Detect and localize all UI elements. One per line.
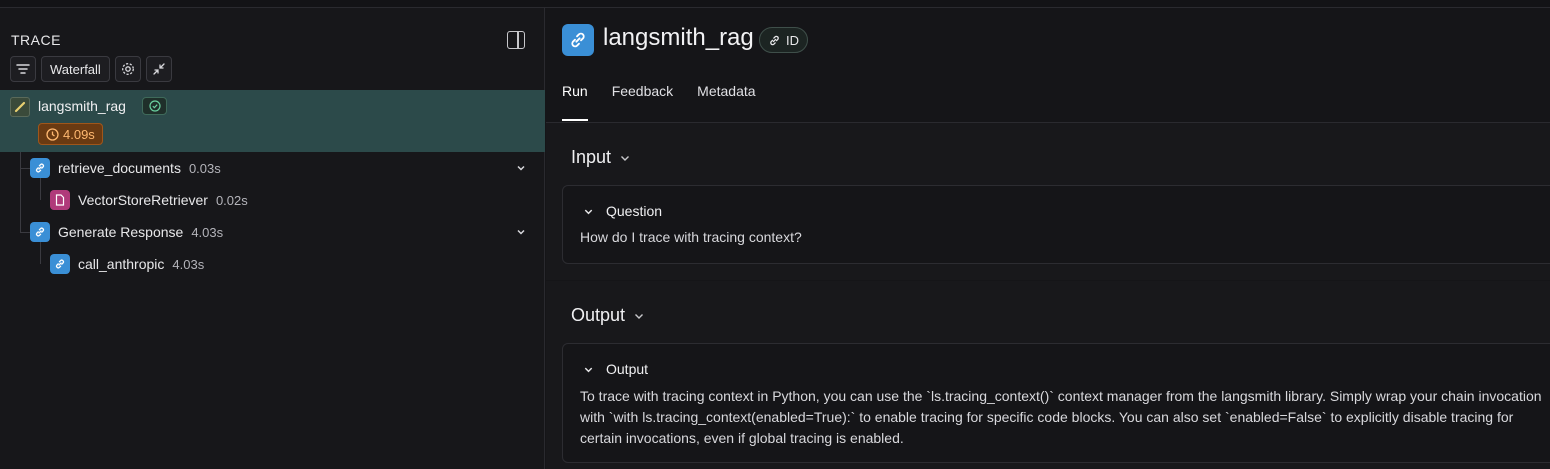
chevron-down-icon[interactable]	[515, 162, 527, 174]
gear-icon	[121, 63, 134, 75]
output-value: To trace with tracing context in Python,…	[580, 388, 1542, 446]
node-name: Generate Response	[58, 224, 184, 240]
chain-root-icon	[10, 97, 30, 117]
run-detail-panel: langsmith_rag ID Run Feedback Metadata I…	[546, 8, 1550, 469]
tree-connector	[20, 168, 30, 169]
output-card: Output To trace with tracing context in …	[562, 343, 1550, 463]
copy-id-button[interactable]: ID	[759, 27, 808, 53]
chevron-down-icon	[584, 209, 593, 214]
root-run-name: langsmith_rag	[38, 98, 126, 114]
settings-button[interactable]	[114, 56, 141, 82]
chevron-down-icon[interactable]	[515, 226, 527, 238]
link-icon	[50, 254, 70, 274]
output-field-toggle[interactable]: Output	[583, 361, 648, 377]
tree-node-vectorstoreretriever[interactable]: VectorStoreRetriever 0.02s	[50, 189, 248, 211]
output-heading: Output	[571, 305, 626, 325]
link-icon	[770, 35, 779, 45]
run-tabs: Run Feedback Metadata	[562, 83, 756, 121]
tree-connector	[20, 152, 21, 232]
collapse-button[interactable]	[145, 56, 172, 82]
tree-connector	[40, 178, 41, 200]
chain-link-icon	[562, 24, 594, 56]
tab-run[interactable]: Run	[562, 83, 588, 121]
filter-icon	[16, 64, 30, 74]
link-icon	[30, 222, 50, 242]
chevron-down-icon	[584, 367, 593, 372]
trace-root-row[interactable]: langsmith_rag 4.09s	[0, 90, 545, 152]
root-latency-value: 4.09s	[63, 126, 95, 142]
question-value: How do I trace with tracing context?	[580, 229, 802, 245]
input-heading: Input	[571, 147, 612, 167]
tree-node-generate-response[interactable]: Generate Response 4.03s	[30, 221, 223, 243]
trace-toolbar: Waterfall	[10, 56, 172, 82]
node-name: VectorStoreRetriever	[78, 192, 208, 208]
link-icon	[30, 158, 50, 178]
view-mode-button[interactable]: Waterfall	[41, 56, 110, 82]
output-section-toggle[interactable]: Output	[571, 305, 645, 326]
node-name: call_anthropic	[78, 256, 165, 272]
panel-toggle-icon[interactable]	[507, 31, 525, 49]
output-label: Output	[606, 361, 649, 377]
document-icon	[50, 190, 70, 210]
node-name: retrieve_documents	[58, 160, 181, 176]
success-status-badge	[142, 97, 167, 115]
tree-connector	[20, 232, 30, 233]
tab-metadata[interactable]: Metadata	[697, 83, 755, 121]
chevron-down-icon	[635, 313, 644, 319]
tab-feedback[interactable]: Feedback	[612, 83, 673, 121]
run-title: langsmith_rag	[603, 24, 754, 51]
node-latency: 4.03s	[191, 224, 224, 240]
check-circle-icon	[148, 100, 161, 112]
tree-node-retrieve-documents[interactable]: retrieve_documents 0.03s	[30, 157, 221, 179]
question-label: Question	[606, 203, 663, 219]
root-latency-badge: 4.09s	[38, 123, 103, 145]
input-card: Question How do I trace with tracing con…	[562, 185, 1550, 264]
collapse-arrows-icon	[153, 63, 165, 75]
input-section-toggle[interactable]: Input	[571, 147, 631, 168]
node-latency: 0.02s	[215, 192, 248, 208]
tree-node-call-anthropic[interactable]: call_anthropic 4.03s	[50, 253, 204, 275]
top-bar	[0, 0, 1550, 8]
tree-connector	[40, 242, 41, 264]
clock-icon	[46, 127, 59, 141]
id-label: ID	[786, 32, 799, 48]
chevron-down-icon	[621, 155, 630, 161]
node-latency: 0.03s	[188, 160, 221, 176]
trace-panel: TRACE Waterfall langsmith_rag 4.09s retr…	[0, 8, 545, 469]
trace-panel-title: TRACE	[11, 32, 61, 48]
filter-button[interactable]	[10, 56, 36, 82]
node-latency: 4.03s	[172, 256, 205, 272]
question-field-toggle[interactable]: Question	[583, 203, 662, 219]
